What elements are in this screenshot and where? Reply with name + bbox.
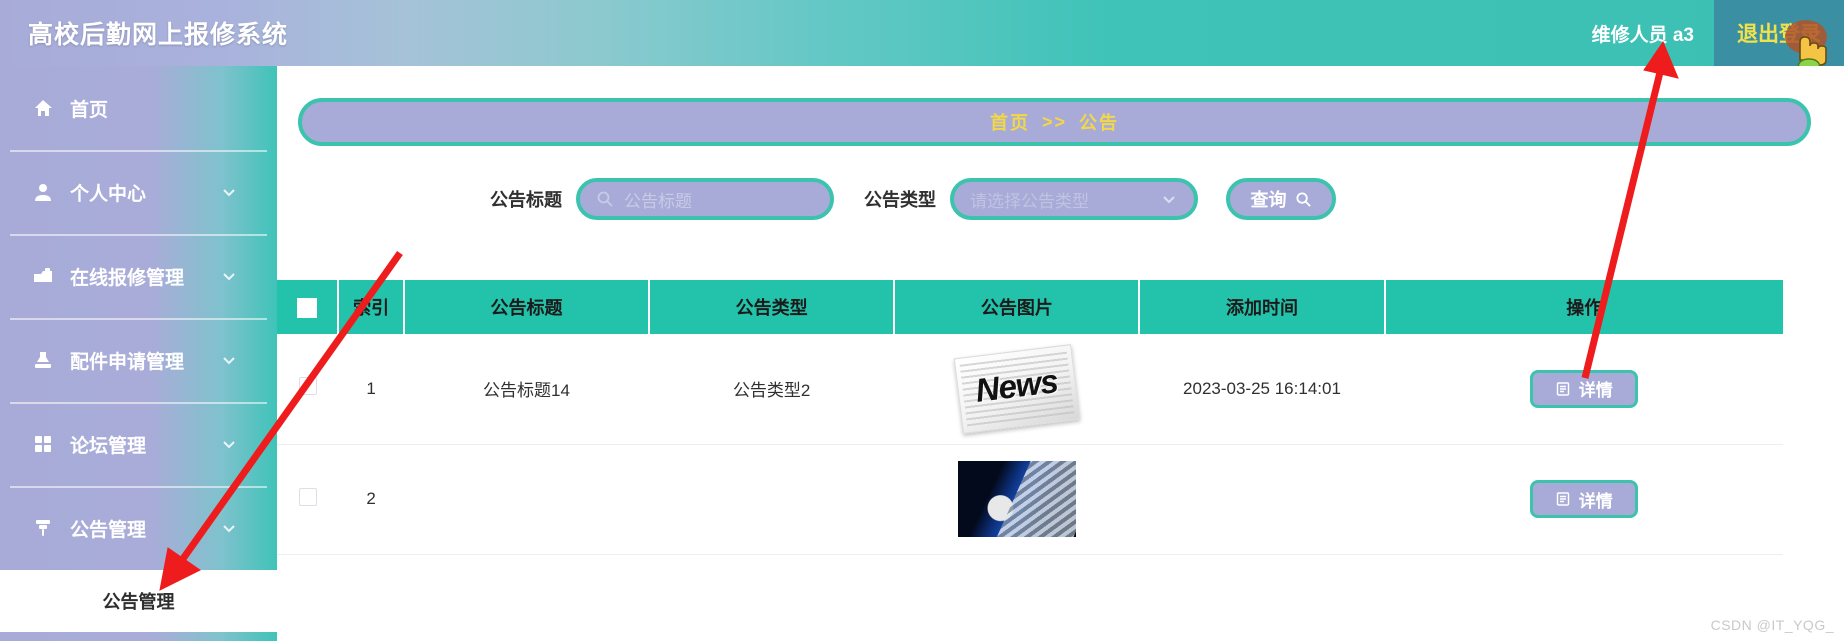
row-title: 公告标题14	[403, 334, 650, 445]
sidebar-item-personal-center[interactable]: 个人中心	[0, 150, 277, 234]
sidebar-item-label: 在线报修管理	[70, 267, 185, 289]
announcement-type-select[interactable]: 请选择公告类型	[950, 178, 1198, 220]
table-body: 1 公告标题14 公告类型2 News 2023-03-25 16:14:01	[277, 334, 1783, 555]
table-header: 索引 公告标题 公告类型 公告图片 添加时间 操作	[277, 280, 1783, 334]
logout-label: 退出登录	[1737, 23, 1821, 46]
breadcrumb-separator: >>	[1041, 111, 1068, 132]
row-time	[1139, 444, 1385, 555]
row-image-cell: News	[894, 334, 1140, 445]
sidebar-item-parts-request[interactable]: 配件申请管理	[0, 318, 277, 402]
announcement-table: 索引 公告标题 公告类型 公告图片 添加时间 操作 1 公告标题14 公告类型2…	[277, 280, 1783, 555]
select-all-header	[277, 280, 340, 334]
row-type: 公告类型2	[649, 334, 895, 445]
announcement-title-placeholder: 公告标题	[624, 191, 692, 211]
home-icon	[32, 97, 54, 119]
announcement-title-input[interactable]: 公告标题	[576, 178, 834, 220]
sidebar-item-announcement[interactable]: 公告管理	[0, 486, 277, 570]
announcement-table-container: 索引 公告标题 公告类型 公告图片 添加时间 操作 1 公告标题14 公告类型2…	[277, 280, 1811, 555]
sidebar-item-label: 个人中心	[70, 183, 147, 205]
select-all-checkbox[interactable]	[297, 297, 318, 318]
chevron-down-icon	[223, 273, 235, 281]
chevron-down-icon	[223, 441, 235, 449]
app-header: 高校后勤网上报修系统 维修人员 a3 退出登录	[0, 0, 1844, 68]
chevron-down-icon	[223, 189, 235, 197]
detail-button-label: 详情	[1578, 491, 1613, 511]
search-icon	[597, 191, 613, 207]
sidebar-item-label: 配件申请管理	[70, 351, 185, 373]
grid-icon	[32, 433, 54, 455]
column-header-time: 添加时间	[1139, 280, 1386, 334]
page-title: 高校后勤网上报修系统	[28, 21, 289, 49]
row-action-cell: 详情	[1384, 444, 1783, 555]
chevron-down-icon	[223, 357, 235, 365]
column-header-image: 公告图片	[894, 280, 1141, 334]
breadcrumb: 首页 >> 公告	[298, 98, 1811, 146]
breadcrumb-root[interactable]: 首页	[990, 109, 1030, 135]
row-type	[649, 444, 895, 555]
logout-button[interactable]: 退出登录	[1714, 0, 1844, 68]
magnifier-icon	[1295, 191, 1311, 207]
sidebar-item-forum[interactable]: 论坛管理	[0, 402, 277, 486]
current-user-label: 维修人员 a3	[1591, 24, 1694, 46]
sidebar-item-label: 首页	[70, 99, 109, 121]
main-content: 首页 >> 公告 公告标题 公告标题 公告类型 请选择公告类型 查询 索引 公告…	[277, 66, 1844, 641]
detail-button[interactable]: 详情	[1529, 480, 1638, 518]
sidebar-item-home[interactable]: 首页	[0, 66, 277, 150]
sidebar-item-label: 论坛管理	[70, 435, 147, 457]
table-row: 1 公告标题14 公告类型2 News 2023-03-25 16:14:01	[277, 334, 1783, 445]
chevron-down-icon	[223, 525, 235, 533]
breadcrumb-current: 公告	[1079, 113, 1120, 133]
column-header-title: 公告标题	[403, 280, 651, 334]
search-button-label: 查询	[1250, 190, 1287, 210]
news-paper-thumbnail[interactable]: News	[953, 343, 1081, 434]
document-icon	[1556, 492, 1569, 506]
header-right-area: 维修人员 a3 退出登录	[1572, 0, 1844, 68]
detail-button[interactable]: 详情	[1529, 369, 1638, 408]
sidebar-subitem-announcement-management[interactable]: 公告管理	[0, 570, 277, 632]
table-header-row: 索引 公告标题 公告类型 公告图片 添加时间 操作	[277, 280, 1783, 334]
announcement-type-placeholder: 请选择公告类型	[970, 191, 1089, 211]
sidebar-item-label: 公告管理	[70, 519, 147, 541]
sidebar-subitem-label: 公告管理	[102, 592, 175, 612]
stamp-icon	[32, 349, 54, 371]
document-icon	[1556, 382, 1569, 396]
row-image-cell	[894, 444, 1140, 555]
detail-button-label: 详情	[1578, 381, 1613, 401]
filter-bar: 公告标题 公告标题 公告类型 请选择公告类型 查询	[277, 178, 1844, 220]
sidebar-nav: 首页 个人中心 在线报修管理 配件申请管理 论坛管理 公告管理 公告管理	[0, 66, 277, 641]
pin-icon	[32, 517, 54, 539]
watermark: CSDN @IT_YQG_	[1710, 617, 1834, 633]
row-index: 1	[338, 334, 404, 445]
user-icon	[32, 181, 54, 203]
row-checkbox[interactable]	[298, 377, 317, 396]
column-header-action: 操作	[1384, 280, 1783, 334]
app-root: 高校后勤网上报修系统 维修人员 a3 退出登录 首页 个人中心 在线报修管理 配…	[0, 0, 1844, 641]
sidebar-item-online-repair[interactable]: 在线报修管理	[0, 234, 277, 318]
column-header-index: 索引	[338, 280, 405, 334]
row-action-cell: 详情	[1384, 334, 1783, 445]
announcement-title-label: 公告标题	[490, 190, 562, 210]
row-checkbox[interactable]	[298, 487, 317, 506]
row-select-cell	[277, 444, 339, 555]
tools-icon	[32, 265, 54, 287]
chevron-down-icon	[1163, 196, 1175, 204]
row-select-cell	[277, 334, 339, 445]
row-index: 2	[338, 444, 404, 555]
announcement-type-label: 公告类型	[864, 190, 936, 210]
column-header-type: 公告类型	[649, 280, 896, 334]
search-button[interactable]: 查询	[1226, 178, 1336, 220]
table-row: 2 详情	[277, 444, 1783, 555]
row-time: 2023-03-25 16:14:01	[1139, 334, 1385, 445]
globe-keyboard-thumbnail[interactable]	[957, 461, 1076, 537]
row-title	[403, 444, 650, 555]
